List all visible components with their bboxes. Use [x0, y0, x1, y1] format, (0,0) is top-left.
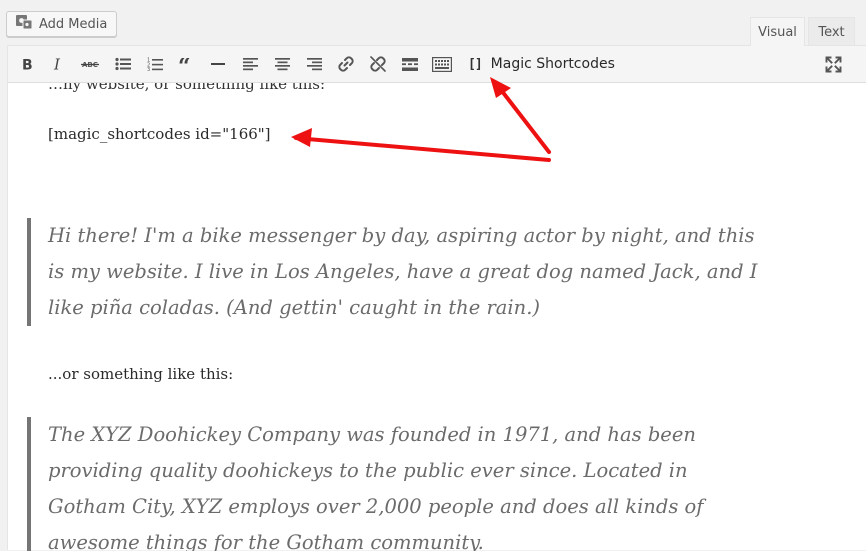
editor-toolbar: B I ABC 1 2 3: [8, 46, 866, 83]
blockquote-1: Hi there! I'm a bike messenger by day, a…: [27, 218, 758, 326]
read-more-button[interactable]: [398, 52, 422, 76]
blockquote-2-line: Gotham City, XYZ employs over 2,000 peop…: [48, 495, 704, 518]
horizontal-rule-button[interactable]: [206, 52, 230, 76]
editor-container: B I ABC 1 2 3: [7, 45, 866, 551]
fullscreen-icon: [825, 56, 841, 72]
italic-button[interactable]: I: [46, 52, 70, 76]
align-left-button[interactable]: [238, 52, 262, 76]
bullet-list-button[interactable]: [111, 52, 135, 76]
italic-icon: I: [53, 57, 61, 71]
align-center-button[interactable]: [270, 52, 294, 76]
horizontal-rule-icon: [211, 63, 225, 65]
magic-shortcodes-button[interactable]: [] Magic Shortcodes: [468, 52, 615, 76]
blockquote-1-line: like piña coladas. (And gettin' caught i…: [48, 296, 541, 319]
magic-shortcodes-bracket-icon: []: [468, 56, 483, 72]
bold-button[interactable]: B: [15, 52, 39, 76]
svg-text:“: “: [179, 58, 191, 71]
numbered-list-button[interactable]: 1 2 3: [143, 52, 167, 76]
tab-text[interactable]: Text: [808, 17, 855, 46]
read-more-icon: [402, 57, 418, 71]
tab-visual-label: Visual: [758, 24, 797, 40]
svg-text:B: B: [22, 58, 33, 72]
blockquote-1-line: is my website. I live in Los Angeles, ha…: [48, 260, 758, 283]
blockquote-1-line: Hi there! I'm a bike messenger by day, a…: [48, 224, 755, 247]
blockquote-2-line: awesome things for the Gotham community.: [48, 531, 484, 551]
shortcode-paragraph: [magic_shortcodes id="166"]: [48, 125, 271, 143]
strikethrough-icon: ABC: [81, 61, 99, 69]
remove-link-button[interactable]: [366, 52, 390, 76]
bold-icon: B: [22, 58, 33, 72]
add-media-label: Add Media: [39, 16, 108, 32]
tab-text-label: Text: [818, 24, 845, 40]
partial-paragraph: …ny website, or something like this:: [48, 83, 326, 93]
media-icon: [15, 14, 33, 34]
align-left-icon: [242, 58, 258, 71]
align-center-icon: [274, 58, 290, 71]
toolbar-toggle-button[interactable]: [430, 52, 454, 76]
unlink-icon: [370, 56, 386, 72]
bullet-list-icon: [115, 57, 131, 71]
magic-shortcodes-label: Magic Shortcodes: [490, 56, 615, 72]
align-right-button[interactable]: [302, 52, 326, 76]
blockquote-2: The XYZ Doohickey Company was founded in…: [27, 417, 727, 551]
align-right-icon: [306, 58, 322, 71]
svg-text:3: 3: [147, 67, 150, 72]
strikethrough-button[interactable]: ABC: [78, 52, 102, 76]
blockquote-2-line: The XYZ Doohickey Company was founded in…: [48, 423, 696, 446]
blockquote-button[interactable]: “: [175, 52, 199, 76]
numbered-list-icon: 1 2 3: [147, 57, 163, 72]
blockquote-icon: “: [179, 58, 191, 71]
fullscreen-button[interactable]: [821, 52, 845, 76]
keyboard-icon: [432, 56, 452, 72]
tab-visual[interactable]: Visual: [750, 17, 805, 46]
add-media-button[interactable]: Add Media: [6, 11, 118, 37]
blockquote-2-line: providing quality doohickeys to the publ…: [48, 459, 688, 482]
svg-text:I: I: [53, 57, 61, 71]
plain-paragraph: ...or something like this:: [48, 365, 234, 383]
link-icon: [338, 56, 354, 72]
editor-content[interactable]: …ny website, or something like this: [ma…: [8, 83, 866, 551]
insert-link-button[interactable]: [334, 52, 358, 76]
